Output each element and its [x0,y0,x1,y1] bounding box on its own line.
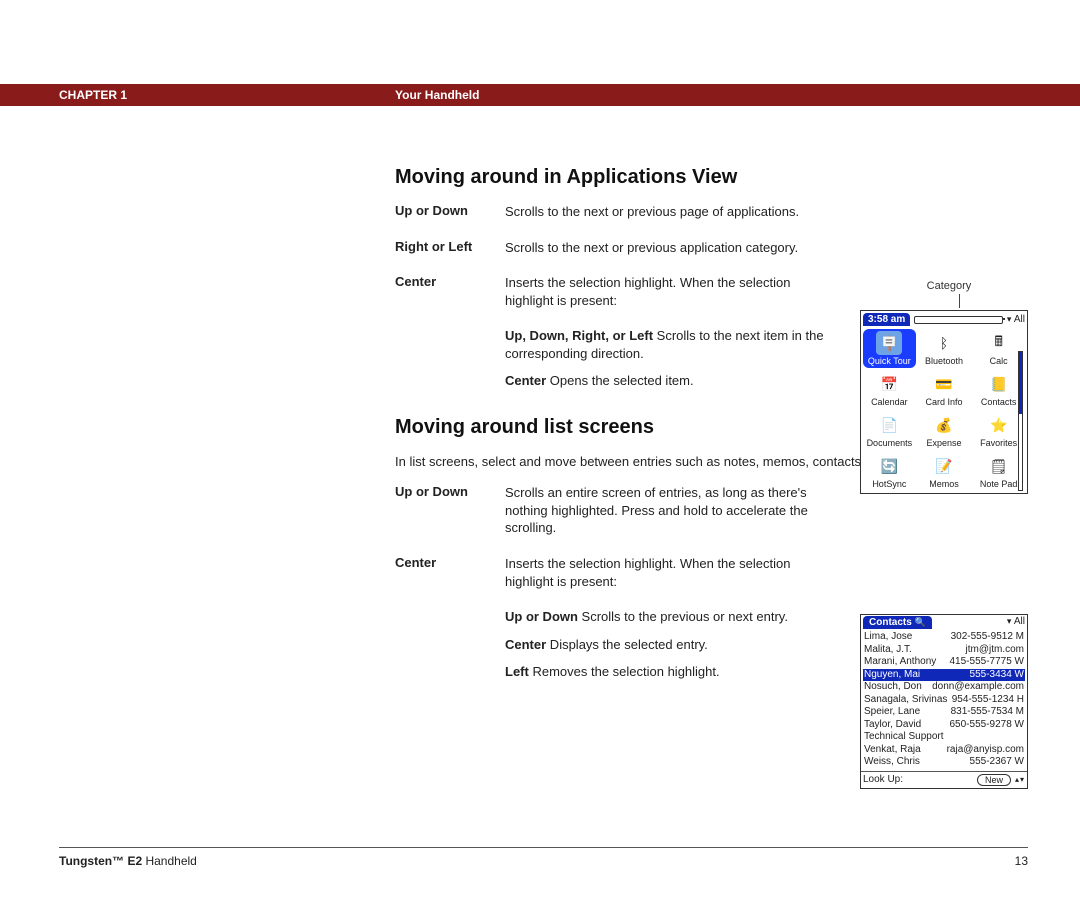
app-memos: 📝Memos [918,452,971,491]
contact-value: 555-3434 W [970,669,1024,682]
app-label: Calendar [863,397,916,407]
contact-value: 650-555-9278 W [950,719,1025,732]
apps-time: 3:58 am [863,313,910,326]
contact-row: Marani, Anthony 415-555-7775 W [863,656,1025,669]
contact-value: 415-555-7775 W [950,656,1025,669]
app-quick-tour: 🪧Quick Tour [863,329,916,368]
memos-icon: 📝 [931,454,957,478]
app-label: Documents [863,438,916,448]
list-sub-left: Left Removes the selection highlight. [505,663,825,681]
list-label-up-down: Up or Down [395,484,505,537]
contact-row: Nguyen, Mai 555-3434 W [863,669,1025,682]
search-icon: 🔍 [915,617,926,628]
label-up-down: Up or Down [395,203,505,221]
favorites-icon: ⭐ [986,413,1012,437]
contact-row: Venkat, Raja raja@anyisp.com [863,744,1025,757]
contact-row: Taylor, David 650-555-9278 W [863,719,1025,732]
sub-center-open: Center Opens the selected item. [505,372,825,390]
contact-row: Lima, Jose 302-555-9512 M [863,631,1025,644]
contacts-screenshot: Contacts🔍 All Lima, Jose302-555-9512 MMa… [860,614,1028,789]
contact-value: donn@example.com [932,681,1024,694]
contact-name: Weiss, Chris [864,756,920,769]
sub-udrl: Up, Down, Right, or Left Scrolls to the … [505,327,825,362]
contact-name: Malita, J.T. [864,644,912,657]
contact-name: Marani, Anthony [864,656,936,669]
header-chapter: CHAPTER 1 [0,88,395,102]
contact-row: Nosuch, Don donn@example.com [863,681,1025,694]
contact-name: Technical Support [864,731,944,744]
desc-right-left: Scrolls to the next or previous applicat… [505,239,825,257]
app-label: HotSync [863,479,916,489]
contact-row: Sanagala, Srivinas 954-555-1234 H [863,694,1025,707]
list-sub-updown: Up or Down Scrolls to the previous or ne… [505,608,825,626]
app-expense: 💰Expense [918,411,971,450]
new-button: New [977,774,1011,786]
contacts-category-dropdown: All [1007,616,1025,629]
app-label: Quick Tour [863,356,916,366]
app-label: Card Info [918,397,971,407]
list-desc-center: Inserts the selection highlight. When th… [505,555,825,590]
contact-value: 954-555-1234 H [952,694,1024,707]
app-label: Expense [918,438,971,448]
contact-value: jtm@jtm.com [966,644,1024,657]
contact-name: Nguyen, Mai [864,669,920,682]
contact-name: Nosuch, Don [864,681,922,694]
app-card-info: 💳Card Info [918,370,971,409]
contact-row: Malita, J.T. jtm@jtm.com [863,644,1025,657]
contact-name: Taylor, David [864,719,921,732]
app-label: Memos [918,479,971,489]
contact-row: Weiss, Chris 555-2367 W [863,756,1025,769]
apps-scrollbar [1018,351,1023,489]
note-pad-icon: 🗒 [986,454,1012,478]
desc-up-down: Scrolls to the next or previous page of … [505,203,825,221]
contacts-icon: 📒 [986,372,1012,396]
app-documents: 📄Documents [863,411,916,450]
hotsync-icon: 🔄 [876,454,902,478]
applications-screenshot: Category 3:58 am All 🪧Quick TourᛒBluetoo… [860,280,1028,494]
battery-icon [914,316,1003,324]
lookup-label: Look Up: [863,774,903,785]
contact-row: Speier, Lane 831-555-7534 M [863,706,1025,719]
card-info-icon: 💳 [931,372,957,396]
bluetooth-icon: ᛒ [931,331,957,355]
label-right-left: Right or Left [395,239,505,257]
apps-category-dropdown: All [1007,314,1025,325]
contact-value: 302-555-9512 M [951,631,1024,644]
footer-page-number: 13 [1015,854,1028,868]
app-bluetooth: ᛒBluetooth [918,329,971,368]
expense-icon: 💰 [931,413,957,437]
app-calendar: 📅Calendar [863,370,916,409]
contact-name: Sanagala, Srivinas [864,694,947,707]
desc-center: Inserts the selection highlight. When th… [505,274,825,309]
page-header: CHAPTER 1 Your Handheld [0,84,1080,106]
contact-value: 555-2367 W [970,756,1024,769]
apps-caption: Category [865,280,1033,308]
quick-tour-icon: 🪧 [876,331,902,355]
contact-name: Venkat, Raja [864,744,921,757]
contact-row: Technical Support [863,731,1025,744]
contact-name: Speier, Lane [864,706,920,719]
contact-name: Lima, Jose [864,631,912,644]
page-footer: Tungsten™ E2 Handheld 13 [59,847,1028,868]
list-sub-center: Center Displays the selected entry. [505,636,825,654]
scroll-arrows-icon: ▴▾ [1015,775,1025,784]
footer-product: Tungsten™ E2 Handheld [59,854,197,868]
calc-icon: 🖩 [986,331,1012,355]
contacts-title: Contacts🔍 [863,616,932,629]
documents-icon: 📄 [876,413,902,437]
header-section: Your Handheld [395,88,479,102]
app-hotsync: 🔄HotSync [863,452,916,491]
label-center: Center [395,274,505,309]
app-label: Bluetooth [918,356,971,366]
contact-value: 831-555-7534 M [951,706,1024,719]
heading-apps-view: Moving around in Applications View [395,166,1028,189]
list-desc-up-down: Scrolls an entire screen of entries, as … [505,484,825,537]
list-label-center: Center [395,555,505,590]
calendar-icon: 📅 [876,372,902,396]
contact-value: raja@anyisp.com [947,744,1024,757]
